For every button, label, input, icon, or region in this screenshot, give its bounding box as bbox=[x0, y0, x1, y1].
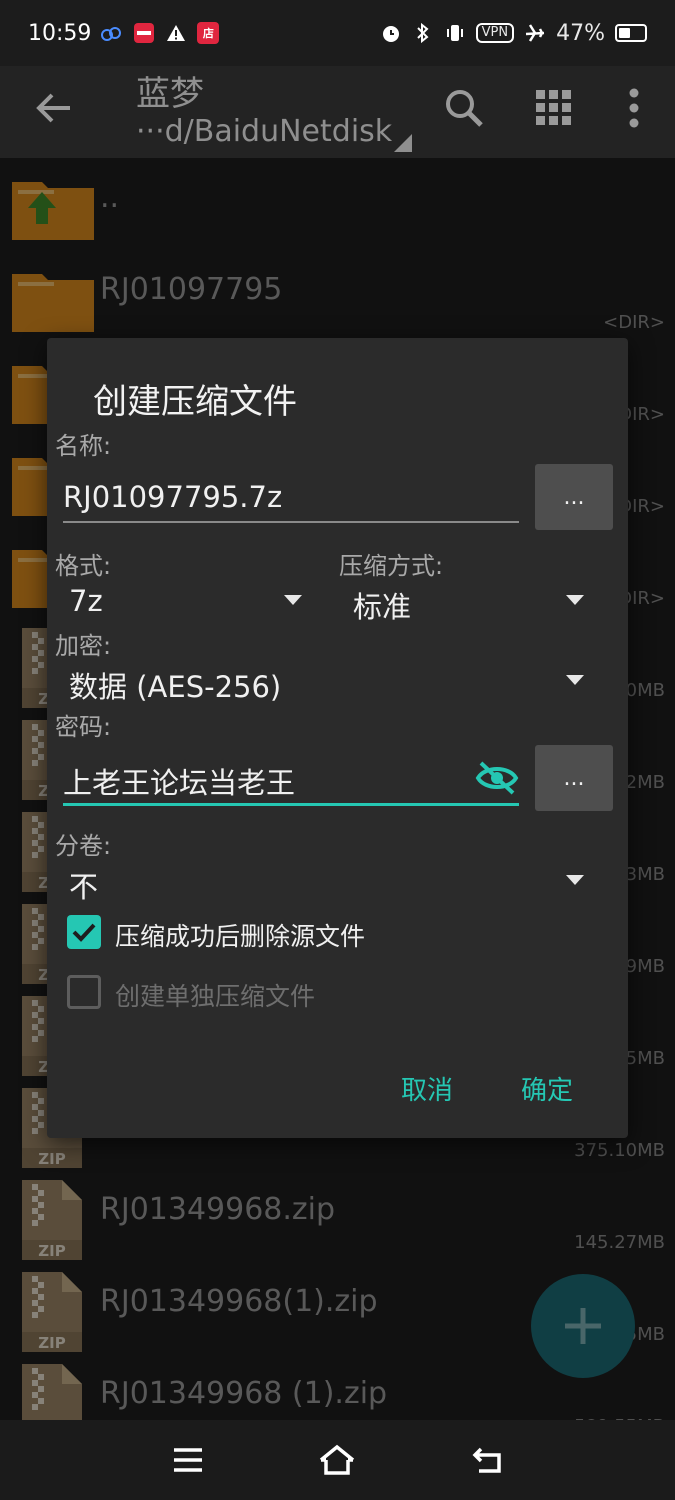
home-icon bbox=[319, 1444, 355, 1475]
archive-name-input[interactable]: RJ01097795.7z bbox=[63, 480, 282, 514]
password-label: 密码: bbox=[55, 713, 112, 741]
volume-select[interactable]: 不 bbox=[69, 864, 98, 906]
more-options-button[interactable] bbox=[610, 84, 658, 132]
search-button[interactable] bbox=[440, 84, 488, 132]
current-path[interactable]: ···d/BaiduNetdisk bbox=[136, 114, 392, 149]
name-label: 名称: bbox=[55, 432, 112, 460]
encryption-label: 加密: bbox=[55, 632, 112, 660]
name-input-underline bbox=[63, 521, 519, 523]
screen: 10:59 店 VPN 47% 蓝梦 ···d/BaiduNetdisk .. … bbox=[0, 0, 675, 1500]
separate-archive-label[interactable]: 创建单独压缩文件 bbox=[115, 977, 315, 1013]
grid-icon bbox=[536, 90, 571, 125]
delete-source-label[interactable]: 压缩成功后删除源文件 bbox=[115, 917, 365, 953]
back-button[interactable] bbox=[32, 86, 76, 130]
airplane-icon bbox=[524, 22, 546, 44]
browse-name-button[interactable]: ... bbox=[535, 464, 613, 530]
vpn-indicator: VPN bbox=[475, 23, 515, 43]
format-dropdown-icon[interactable] bbox=[284, 595, 302, 605]
bluetooth-icon bbox=[412, 22, 434, 44]
check-icon bbox=[72, 923, 96, 942]
format-select[interactable]: 7z bbox=[69, 584, 103, 618]
method-dropdown-icon[interactable] bbox=[566, 595, 584, 605]
password-options-button[interactable]: ... bbox=[535, 745, 613, 811]
password-input-underline bbox=[63, 803, 519, 806]
encryption-dropdown-icon[interactable] bbox=[566, 675, 584, 685]
store-badge-icon: 店 bbox=[197, 22, 220, 44]
shop-app-icon bbox=[133, 22, 155, 44]
menu-nav-button[interactable] bbox=[168, 1442, 208, 1478]
back-nav-button[interactable] bbox=[468, 1442, 508, 1478]
delete-source-checkbox[interactable] bbox=[67, 915, 101, 949]
method-label: 压缩方式: bbox=[339, 552, 444, 580]
confirm-button[interactable]: 确定 bbox=[515, 1064, 579, 1113]
system-nav-bar bbox=[0, 1420, 675, 1500]
dialog-title: 创建压缩文件 bbox=[93, 382, 297, 422]
cloud-app-icon bbox=[101, 22, 123, 44]
home-nav-button[interactable] bbox=[317, 1442, 357, 1478]
back-return-icon bbox=[472, 1447, 501, 1473]
volume-label: 分卷: bbox=[55, 832, 112, 860]
battery-level bbox=[619, 28, 630, 38]
volume-dropdown-icon[interactable] bbox=[566, 875, 584, 885]
battery-percent: 47% bbox=[556, 20, 605, 46]
separate-archive-checkbox[interactable] bbox=[67, 975, 101, 1009]
vibrate-icon bbox=[444, 22, 466, 44]
status-time: 10:59 bbox=[28, 20, 92, 46]
app-bar: 蓝梦 ···d/BaiduNetdisk bbox=[0, 66, 675, 158]
create-archive-dialog: 创建压缩文件 名称: RJ01097795.7z ... 格式: 压缩方式: 7… bbox=[47, 338, 628, 1138]
encryption-select[interactable]: 数据 (AES-256) bbox=[69, 664, 281, 706]
password-input[interactable]: 上老王论坛当老王 bbox=[63, 760, 295, 802]
alarm-icon bbox=[380, 22, 402, 44]
cancel-button[interactable]: 取消 bbox=[395, 1064, 459, 1113]
path-dropdown-icon[interactable] bbox=[392, 132, 414, 154]
menu-icon bbox=[174, 1448, 202, 1472]
status-bar: 10:59 店 VPN 47% bbox=[0, 0, 675, 66]
method-select[interactable]: 标准 bbox=[353, 584, 411, 626]
status-left: 10:59 店 bbox=[28, 20, 220, 46]
search-icon bbox=[446, 90, 483, 127]
app-title: 蓝梦 bbox=[136, 74, 204, 114]
more-vert-icon bbox=[629, 88, 639, 128]
eye-off-icon[interactable] bbox=[475, 758, 519, 798]
warning-icon bbox=[165, 22, 187, 44]
arrow-left-icon bbox=[36, 93, 70, 123]
grid-view-button[interactable] bbox=[530, 84, 578, 132]
status-right: VPN 47% bbox=[380, 21, 647, 46]
battery-icon bbox=[615, 24, 647, 42]
format-label: 格式: bbox=[55, 552, 112, 580]
